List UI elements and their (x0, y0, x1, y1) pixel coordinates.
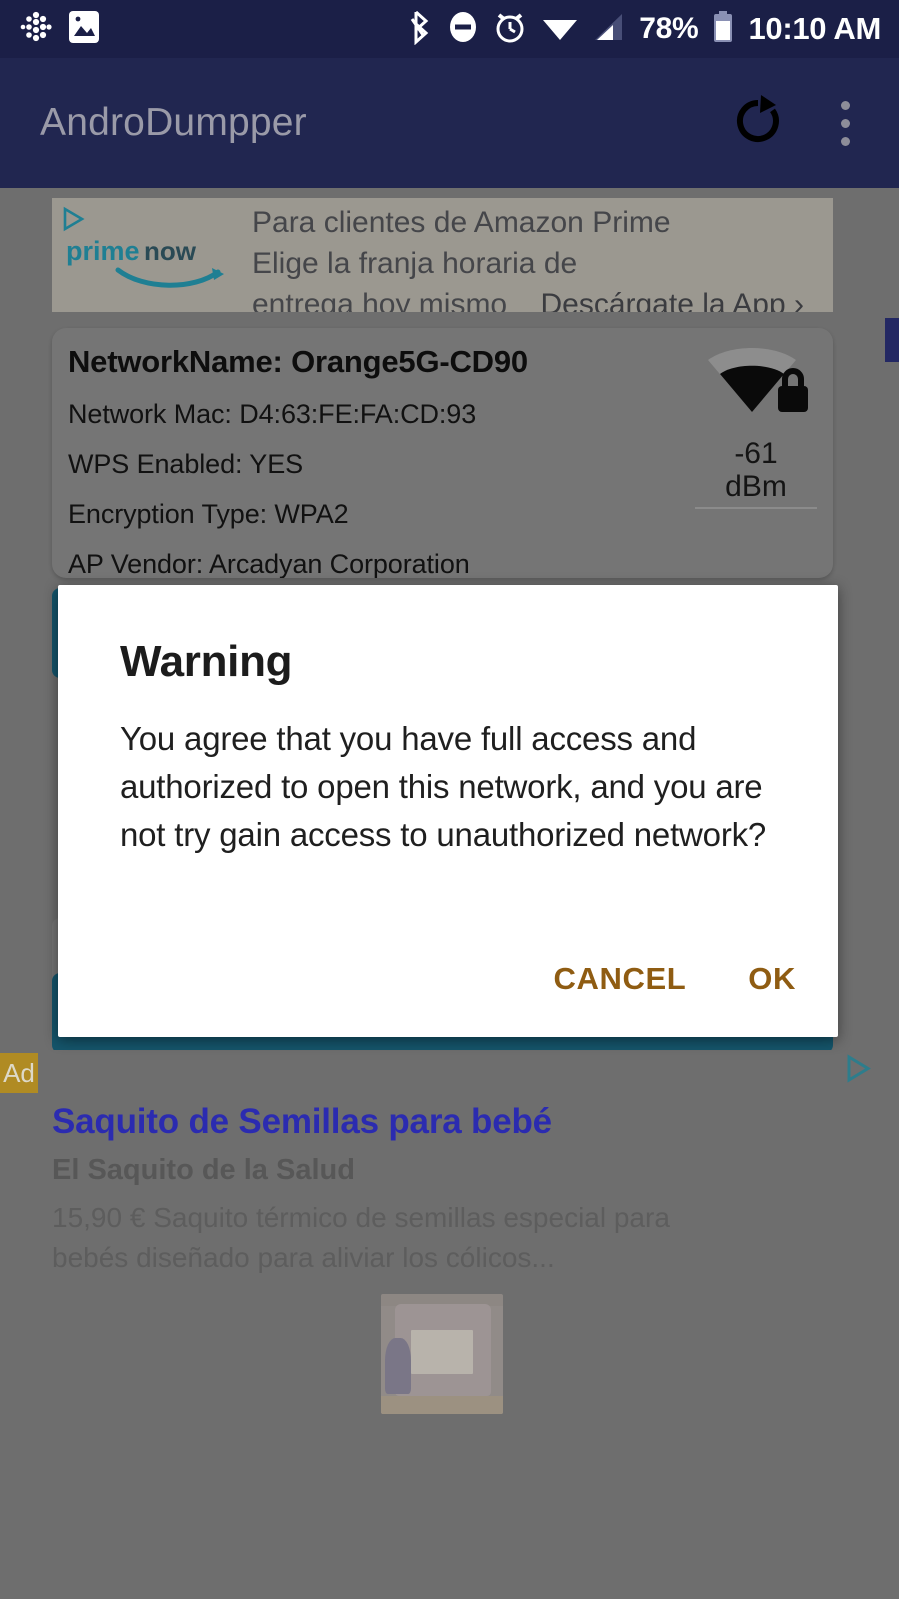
wifi-lock-icon (700, 348, 812, 430)
battery-percent-label: 78% (639, 12, 699, 45)
dialog-message: You agree that you have full access and … (120, 720, 767, 853)
refresh-button[interactable] (730, 93, 786, 154)
alarm-clock-icon (493, 9, 527, 50)
ad-headline[interactable]: Saquito de Semillas para bebé (52, 1102, 852, 1142)
ad-description: 15,90 € Saquito térmico de semillas espe… (52, 1202, 670, 1273)
app-bar: AndroDumpper (0, 58, 899, 188)
warning-dialog: Warning You agree that you have full acc… (58, 585, 838, 1037)
prime-now-logo: prime now (66, 236, 241, 288)
product-thumbnail[interactable] (381, 1294, 503, 1414)
signal-dbm-unit: dBm (725, 470, 787, 503)
straw-base-shape (381, 1396, 503, 1414)
signal-strength-block: -61 dBm (695, 346, 817, 509)
bluetooth-icon (409, 9, 433, 50)
signal-strength-value: -61 dBm (695, 437, 817, 509)
ok-button[interactable]: OK (748, 961, 796, 997)
network-card[interactable]: NetworkName: Orange5G-CD90 Network Mac: … (52, 328, 833, 578)
top-ad-line-2: Elige la franja horaria de (252, 247, 578, 280)
amazon-swoosh-icon (114, 266, 234, 301)
status-bar: 78% 10:10 AM (0, 0, 899, 58)
network-mac: Network Mac: D4:63:FE:FA:CD:93 (68, 399, 477, 429)
adchoices-icon[interactable] (62, 206, 92, 237)
more-vertical-icon-dot-3 (840, 136, 850, 146)
top-ad-copy: Para clientes de Amazon Prime Elige la f… (252, 202, 832, 312)
dialog-title: Warning (120, 637, 293, 686)
ad-badge: Ad (0, 1053, 38, 1093)
battery-icon (712, 10, 734, 49)
cancel-button[interactable]: CANCEL (554, 961, 687, 997)
ad-advertiser-name: El Saquito de la Salud (52, 1154, 355, 1186)
fitbit-dots-icon (18, 10, 52, 49)
top-ad-banner[interactable]: prime now Para clientes de Amazon Prime … (52, 198, 833, 312)
more-vertical-icon-dot-2 (840, 118, 850, 128)
prime-wordmark: prime (66, 236, 140, 266)
cell-signal-icon (593, 11, 625, 48)
more-vertical-icon-dot-1 (840, 100, 850, 110)
status-bar-clock: 10:10 AM (748, 11, 881, 46)
status-bar-right-icons: 78% 10:10 AM (409, 9, 881, 50)
overflow-menu-button[interactable] (821, 95, 869, 151)
do-not-disturb-icon (447, 9, 479, 50)
wifi-icon (541, 12, 579, 47)
bottom-ad-banner[interactable]: Ad Saquito de Semillas para bebé El Saqu… (0, 1050, 899, 1599)
network-ap-vendor: AP Vendor: Arcadyan Corporation (68, 549, 470, 578)
top-ad-cta-link[interactable]: Descárgate la App › (540, 288, 803, 312)
signal-dbm-number: -61 (734, 437, 778, 470)
now-wordmark: now (143, 236, 196, 266)
adchoices-icon[interactable] (845, 1054, 879, 1089)
network-encryption-type: Encryption Type: WPA2 (68, 499, 349, 529)
lavender-sprig-shape (385, 1338, 411, 1394)
network-card-details: NetworkName: Orange5G-CD90 Network Mac: … (68, 344, 688, 578)
status-bar-left-icons (18, 9, 100, 50)
top-ad-line-3: entrega hoy mismo (252, 288, 508, 312)
page-title: AndroDumpper (40, 101, 307, 144)
network-name: NetworkName: Orange5G-CD90 (68, 344, 528, 379)
photo-gallery-icon (68, 9, 100, 50)
network-wps-enabled: WPS Enabled: YES (68, 449, 304, 479)
vertical-scrollbar-thumb[interactable] (885, 318, 899, 362)
refresh-icon (730, 93, 786, 154)
product-label-shape (411, 1330, 473, 1374)
top-ad-line-1: Para clientes de Amazon Prime (252, 206, 671, 239)
dialog-action-bar: CANCEL OK (554, 961, 796, 997)
